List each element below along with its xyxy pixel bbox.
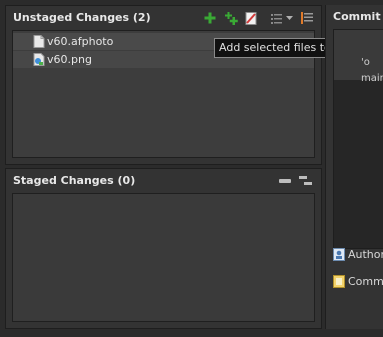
commit-title: Commit M	[333, 10, 383, 23]
remove-icon[interactable]	[278, 174, 292, 188]
staged-changes-panel: Staged Changes (0)	[5, 168, 322, 329]
add-all-icon[interactable]	[224, 11, 238, 25]
file-name: v60.afphoto	[47, 35, 114, 48]
add-icon[interactable]	[203, 11, 217, 25]
author-icon	[333, 248, 345, 261]
unstaged-changes-panel: Unstaged Changes (2) v60.afphoto v60.png	[5, 5, 322, 165]
ignore-icon[interactable]	[244, 11, 258, 25]
commit-message-text: 'o	[361, 57, 370, 68]
dropdown-arrow-icon[interactable]	[285, 11, 294, 25]
unstaged-header: Unstaged Changes (2)	[6, 6, 321, 30]
committer-label: Commi	[348, 275, 383, 288]
committer-icon	[333, 275, 345, 288]
commit-message-text: main	[361, 73, 383, 84]
file-icon	[33, 35, 45, 48]
author-label: Author	[348, 248, 383, 261]
staged-title: Staged Changes (0)	[13, 174, 136, 187]
image-file-icon	[33, 53, 45, 66]
staged-file-list[interactable]	[12, 193, 315, 322]
remove-all-icon[interactable]	[298, 174, 312, 188]
staged-header: Staged Changes (0)	[6, 169, 321, 193]
file-name: v60.png	[47, 53, 92, 66]
unstaged-title: Unstaged Changes (2)	[13, 11, 151, 24]
commit-message-panel: Commit M 'o main Author Commi	[325, 5, 383, 329]
commit-message-input[interactable]: 'o main	[333, 29, 383, 249]
sort-icon[interactable]	[300, 11, 314, 25]
list-icon[interactable]	[270, 11, 284, 25]
